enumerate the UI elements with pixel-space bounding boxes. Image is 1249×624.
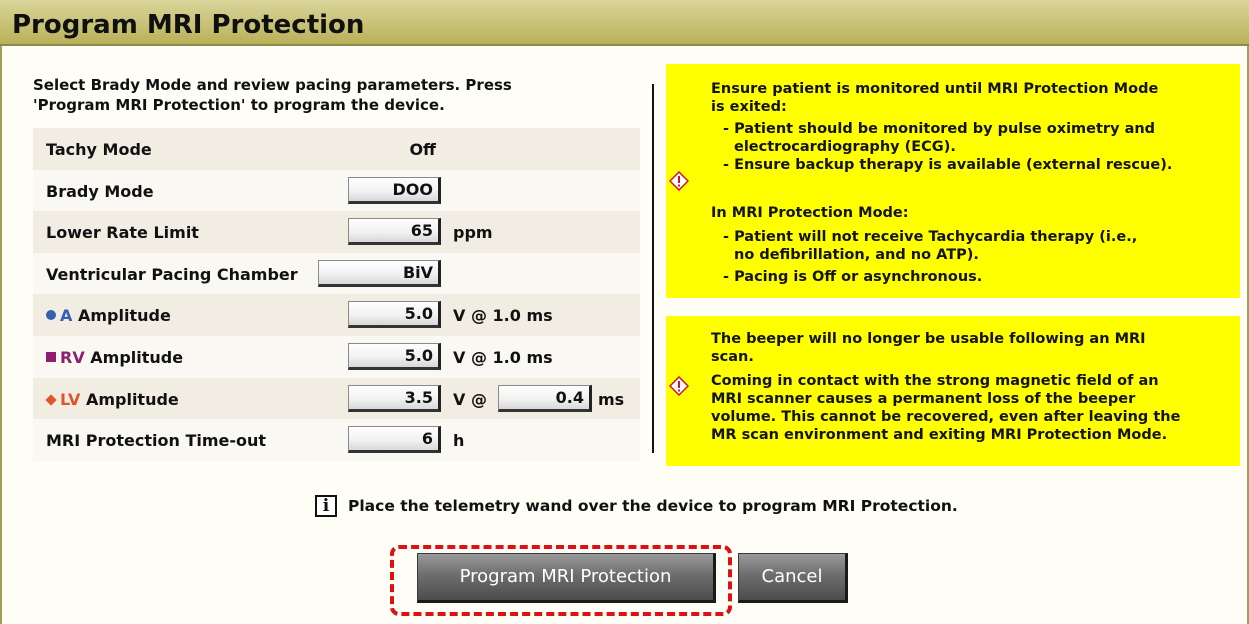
param-row-tachy-mode: Tachy Mode Off: [33, 128, 640, 170]
monitoring-bullet-1-line-1: - Patient should be monitored by pulse o…: [723, 121, 1156, 137]
ventricular-pacing-chamber-label: Ventricular Pacing Chamber: [46, 264, 298, 284]
rv-amplitude-label: RV Amplitude: [46, 348, 183, 367]
a-prefix: A: [60, 306, 73, 326]
lower-rate-limit-label: Lower Rate Limit: [46, 223, 199, 243]
beeper-warning-text: The beeper will no longer be usable foll…: [711, 330, 1236, 444]
title-bar: Program MRI Protection: [0, 0, 1249, 46]
mri-mode-bullet-1-line-2: no defibrillation, and no ATP).: [734, 247, 979, 263]
beeper-line-4: MRI scanner causes a permanent loss of t…: [711, 391, 1136, 407]
mri-protection-window: Program MRI Protection Select Brady Mode…: [0, 0, 1249, 624]
rv-amplitude-text: Amplitude: [90, 347, 184, 367]
mri-mode-bullet-1-line-1: - Patient will not receive Tachycardia t…: [723, 229, 1138, 245]
mri-mode-bullets: - Patient will not receive Tachycardia t…: [723, 228, 1238, 286]
a-amplitude-field[interactable]: 5.0: [348, 301, 441, 329]
lower-rate-limit-field[interactable]: 65: [348, 218, 441, 246]
beeper-line-3: Coming in contact with the strong magnet…: [711, 373, 1159, 389]
a-amplitude-unit: V @ 1.0 ms: [453, 306, 553, 326]
pacing-parameters-table: Tachy Mode Off Brady Mode DOO Lower Rate…: [33, 128, 640, 461]
mri-mode-bullet-2: - Pacing is Off or asynchronous.: [723, 269, 983, 285]
blue-circle-icon: [46, 310, 56, 321]
lv-amplitude-field[interactable]: 3.5: [348, 384, 441, 412]
mri-protection-timeout-field[interactable]: 6: [348, 426, 441, 454]
brady-mode-label: Brady Mode: [46, 181, 154, 201]
instructions-line-1: Select Brady Mode and review pacing para…: [33, 76, 512, 94]
rv-prefix: RV: [60, 347, 85, 367]
warning-diamond-icon: [669, 171, 689, 191]
mri-mode-subheading: In MRI Protection Mode:: [711, 205, 909, 221]
monitoring-heading-line-2: is exited:: [711, 99, 787, 115]
instructions-line-2: 'Program MRI Protection' to program the …: [33, 96, 445, 114]
monitoring-warning-panel: Ensure patient is monitored until MRI Pr…: [666, 64, 1240, 298]
program-mri-protection-button[interactable]: Program MRI Protection: [417, 553, 716, 603]
window-frame-left: [0, 46, 2, 624]
beeper-warning-panel: The beeper will no longer be usable foll…: [666, 316, 1240, 466]
orange-diamond-icon: [45, 393, 57, 406]
monitoring-bullet-2: - Ensure backup therapy is available (ex…: [723, 157, 1173, 173]
lower-rate-limit-unit: ppm: [453, 223, 493, 243]
tachy-mode-value: Off: [409, 140, 436, 159]
beeper-line-5: volume. This cannot be recovered, even a…: [711, 409, 1181, 425]
rv-amplitude-field[interactable]: 5.0: [348, 342, 441, 370]
monitoring-bullets: - Patient should be monitored by pulse o…: [723, 120, 1238, 174]
vertical-divider: [652, 84, 654, 453]
lv-pulse-width-field[interactable]: 0.4: [498, 384, 592, 412]
a-amplitude-label: A Amplitude: [46, 306, 171, 325]
monitoring-heading-line-1: Ensure patient is monitored until MRI Pr…: [711, 81, 1159, 97]
telemetry-info-text: Place the telemetry wand over the device…: [348, 497, 958, 515]
info-icon: i: [315, 495, 337, 517]
beeper-line-2: scan.: [711, 349, 754, 365]
param-row-lv-amplitude: LV Amplitude 3.5 V @ 0.4 ms: [33, 377, 640, 420]
lv-prefix: LV: [60, 389, 81, 409]
lv-amplitude-label: LV Amplitude: [45, 389, 179, 409]
cancel-button[interactable]: Cancel: [738, 553, 848, 603]
ventricular-pacing-chamber-selector[interactable]: BiV: [318, 259, 441, 287]
mri-protection-timeout-unit: h: [453, 431, 465, 451]
param-row-a-amplitude: A Amplitude 5.0 V @ 1.0 ms: [33, 294, 640, 336]
monitoring-warning-heading: Ensure patient is monitored until MRI Pr…: [711, 80, 1158, 116]
tachy-mode-label: Tachy Mode: [46, 140, 152, 159]
instructions-text: Select Brady Mode and review pacing para…: [33, 75, 593, 115]
param-row-rv-amplitude: RV Amplitude 5.0 V @ 1.0 ms: [33, 335, 640, 378]
param-row-brady-mode: Brady Mode DOO: [33, 169, 640, 212]
beeper-line-1: The beeper will no longer be usable foll…: [711, 331, 1146, 347]
rv-amplitude-unit: V @ 1.0 ms: [453, 347, 553, 367]
param-row-mri-protection-timeout: MRI Protection Time-out 6 h: [33, 419, 640, 461]
param-row-ventricular-pacing-chamber: Ventricular Pacing Chamber BiV: [33, 252, 640, 295]
purple-square-icon: [46, 351, 56, 362]
brady-mode-selector[interactable]: DOO: [348, 176, 441, 204]
mri-protection-timeout-label: MRI Protection Time-out: [46, 431, 267, 451]
a-amplitude-text: Amplitude: [77, 306, 171, 326]
lv-pulse-width-unit: ms: [598, 389, 625, 409]
lv-amplitude-text: Amplitude: [85, 389, 179, 409]
warning-diamond-icon: [669, 376, 689, 396]
beeper-line-6: MR scan environment and exiting MRI Prot…: [711, 427, 1168, 443]
monitoring-bullet-1-line-2: electrocardiography (ECG).: [734, 139, 956, 155]
window-title: Program MRI Protection: [12, 10, 365, 40]
lv-amplitude-unit: V @: [453, 389, 487, 409]
param-row-lower-rate-limit: Lower Rate Limit 65 ppm: [33, 211, 640, 253]
